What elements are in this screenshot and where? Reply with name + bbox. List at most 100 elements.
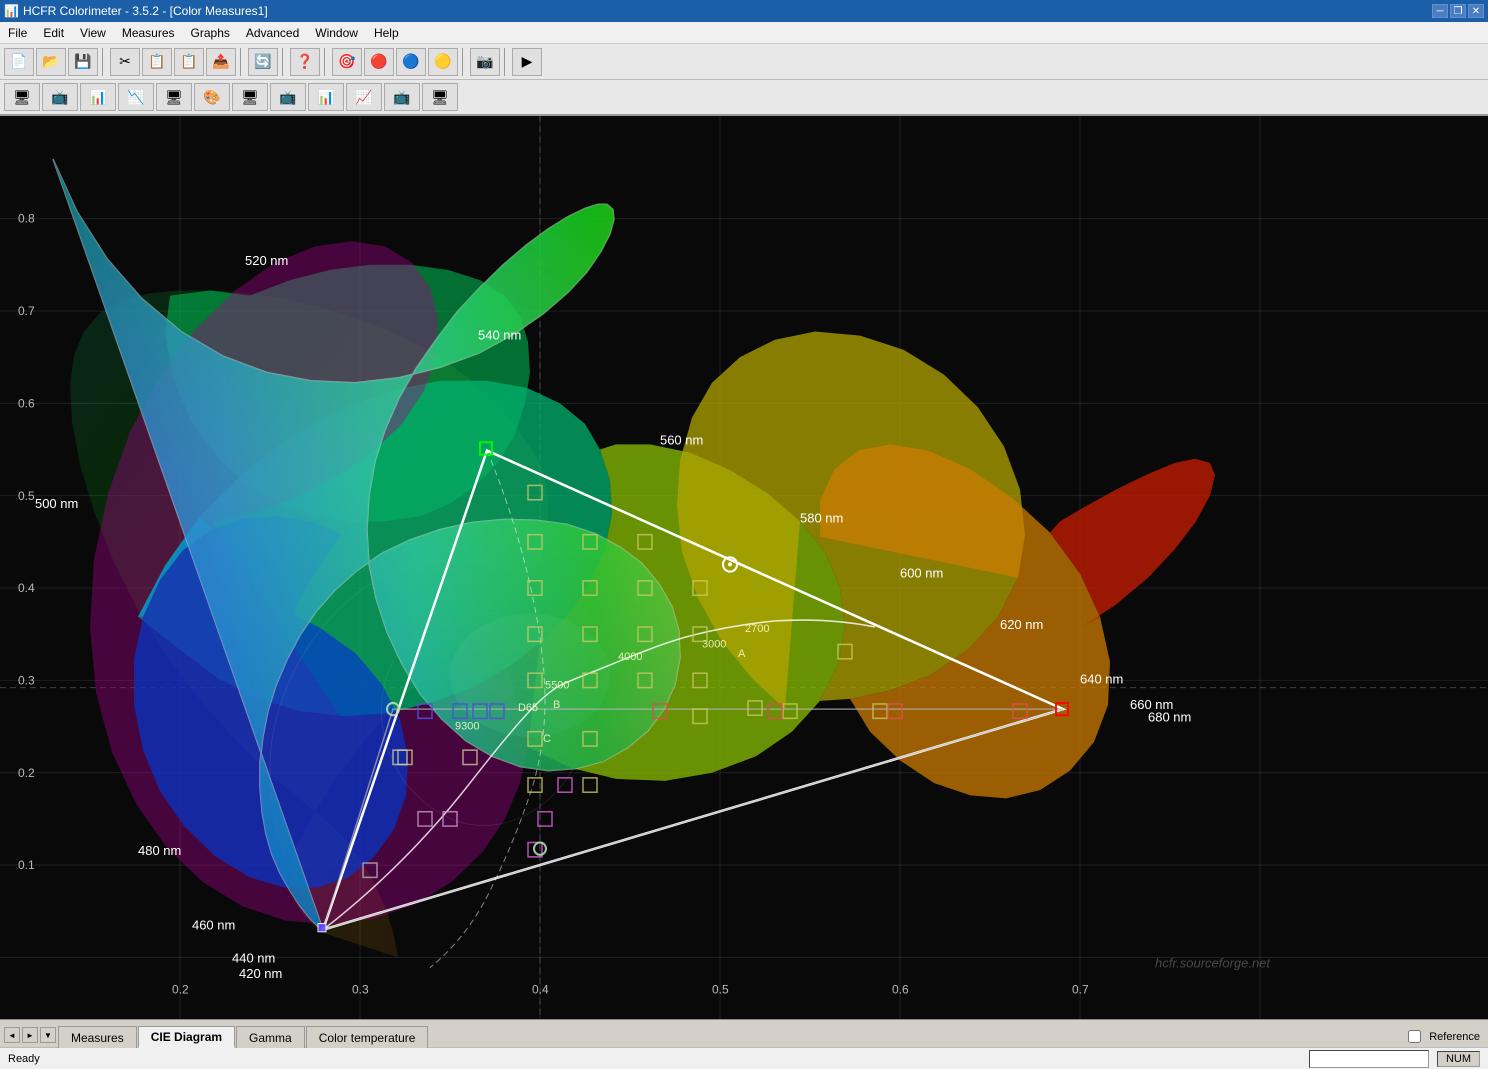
separator4 xyxy=(324,48,328,76)
menu-edit[interactable]: Edit xyxy=(35,22,72,43)
paste-button[interactable]: 📋 xyxy=(174,48,204,76)
separator1 xyxy=(102,48,106,76)
screen-btn-5[interactable]: 🖥 xyxy=(156,83,192,111)
blue-button[interactable]: 🔵 xyxy=(396,48,426,76)
tab-color-temperature[interactable]: Color temperature xyxy=(306,1026,429,1048)
svg-text:500 nm: 500 nm xyxy=(35,496,78,511)
svg-text:460 nm: 460 nm xyxy=(192,918,235,933)
svg-text:0.2: 0.2 xyxy=(172,982,189,996)
svg-text:560 nm: 560 nm xyxy=(660,432,703,447)
menu-view[interactable]: View xyxy=(72,22,114,43)
save-button[interactable]: 💾 xyxy=(68,48,98,76)
menu-advanced[interactable]: Advanced xyxy=(238,22,307,43)
reference-checkbox[interactable] xyxy=(1408,1030,1421,1043)
svg-text:4000: 4000 xyxy=(618,651,642,663)
separator6 xyxy=(504,48,508,76)
cie-diagram-area: 0.8 0.7 0.6 0.5 0.4 0.3 0.2 0.1 0.2 0.3 … xyxy=(0,116,1488,1019)
svg-text:0.5: 0.5 xyxy=(712,982,729,996)
tab-prev-button[interactable]: ◄ xyxy=(4,1027,20,1043)
svg-text:D65: D65 xyxy=(518,702,538,714)
svg-text:9300: 9300 xyxy=(455,721,479,733)
screen-btn-3[interactable]: 📊 xyxy=(80,83,116,111)
num-indicator: NUM xyxy=(1437,1051,1480,1067)
separator5 xyxy=(462,48,466,76)
separator2 xyxy=(240,48,244,76)
svg-text:420 nm: 420 nm xyxy=(239,966,282,981)
svg-text:B: B xyxy=(553,699,560,711)
svg-text:3000: 3000 xyxy=(702,638,726,650)
screen-btn-10[interactable]: 📈 xyxy=(346,83,382,111)
new-button[interactable]: 📄 xyxy=(4,48,34,76)
statusbar-input[interactable] xyxy=(1309,1050,1429,1068)
minimize-button[interactable]: ─ xyxy=(1432,4,1448,18)
play-button[interactable]: ▶ xyxy=(512,48,542,76)
main-area: 0.8 0.7 0.6 0.5 0.4 0.3 0.2 0.1 0.2 0.3 … xyxy=(0,116,1488,1019)
refresh-button[interactable]: 🔄 xyxy=(248,48,278,76)
tab-cie-diagram[interactable]: CIE Diagram xyxy=(138,1026,235,1048)
menu-file[interactable]: File xyxy=(0,22,35,43)
help-button[interactable]: ❓ xyxy=(290,48,320,76)
tab-next-button[interactable]: ► xyxy=(22,1027,38,1043)
svg-text:680 nm: 680 nm xyxy=(1148,709,1191,724)
separator3 xyxy=(282,48,286,76)
svg-text:0.8: 0.8 xyxy=(18,212,35,226)
screen-btn-4[interactable]: 📉 xyxy=(118,83,154,111)
restore-button[interactable]: ❐ xyxy=(1450,4,1466,18)
screen-btn-2[interactable]: 📺 xyxy=(42,83,78,111)
menu-help[interactable]: Help xyxy=(366,22,407,43)
target-button[interactable]: 🎯 xyxy=(332,48,362,76)
svg-text:0.4: 0.4 xyxy=(18,581,35,595)
menu-window[interactable]: Window xyxy=(307,22,366,43)
cie-diagram-svg: 0.8 0.7 0.6 0.5 0.4 0.3 0.2 0.1 0.2 0.3 … xyxy=(0,116,1488,1019)
copy-button[interactable]: 📋 xyxy=(142,48,172,76)
svg-text:0.6: 0.6 xyxy=(18,396,35,410)
tab-reference-area: Reference xyxy=(1408,1030,1488,1047)
svg-text:580 nm: 580 nm xyxy=(800,510,843,525)
svg-text:0.4: 0.4 xyxy=(532,982,549,996)
svg-text:0.7: 0.7 xyxy=(1072,982,1089,996)
close-button[interactable]: ✕ xyxy=(1468,4,1484,18)
titlebar: 📊 HCFR Colorimeter - 3.5.2 - [Color Meas… xyxy=(0,0,1488,22)
screen-btn-8[interactable]: 📺 xyxy=(270,83,306,111)
toolbar1: 📄 📂 💾 ✂ 📋 📋 📤 🔄 ❓ 🎯 🔴 🔵 🟡 📷 ▶ xyxy=(0,44,1488,80)
svg-text:540 nm: 540 nm xyxy=(478,328,521,343)
yellow-button[interactable]: 🟡 xyxy=(428,48,458,76)
svg-text:0.1: 0.1 xyxy=(18,858,35,872)
screen-btn-7[interactable]: 🖥 xyxy=(232,83,268,111)
statusbar: Ready NUM xyxy=(0,1047,1488,1069)
svg-text:2700: 2700 xyxy=(745,623,769,635)
app-title: HCFR Colorimeter - 3.5.2 - [Color Measur… xyxy=(23,4,268,18)
svg-text:5500: 5500 xyxy=(545,679,569,691)
camera-button[interactable]: 📷 xyxy=(470,48,500,76)
menu-graphs[interactable]: Graphs xyxy=(183,22,238,43)
menu-measures[interactable]: Measures xyxy=(114,22,183,43)
svg-text:620 nm: 620 nm xyxy=(1000,617,1043,632)
svg-text:C: C xyxy=(543,733,551,745)
app-icon: 📊 xyxy=(4,4,19,18)
screen-btn-12[interactable]: 🖥 xyxy=(422,83,458,111)
svg-text:0.2: 0.2 xyxy=(18,766,35,780)
svg-text:A: A xyxy=(738,648,746,660)
open-button[interactable]: 📂 xyxy=(36,48,66,76)
reference-label: Reference xyxy=(1429,1031,1480,1043)
titlebar-controls: ─ ❐ ✕ xyxy=(1432,4,1484,18)
tab-list-button[interactable]: ▼ xyxy=(40,1027,56,1043)
svg-text:0.7: 0.7 xyxy=(18,304,35,318)
export-button[interactable]: 📤 xyxy=(206,48,236,76)
tab-gamma[interactable]: Gamma xyxy=(236,1026,305,1048)
screen-btn-1[interactable]: 🖥 xyxy=(4,83,40,111)
svg-text:0.3: 0.3 xyxy=(352,982,369,996)
svg-text:600 nm: 600 nm xyxy=(900,566,943,581)
screen-btn-9[interactable]: 📊 xyxy=(308,83,344,111)
svg-text:0.5: 0.5 xyxy=(18,489,35,503)
status-text: Ready xyxy=(8,1053,40,1065)
red-button[interactable]: 🔴 xyxy=(364,48,394,76)
menubar: File Edit View Measures Graphs Advanced … xyxy=(0,22,1488,44)
tab-measures[interactable]: Measures xyxy=(58,1026,137,1048)
titlebar-left: 📊 HCFR Colorimeter - 3.5.2 - [Color Meas… xyxy=(4,4,268,18)
svg-text:0.6: 0.6 xyxy=(892,982,909,996)
screen-btn-11[interactable]: 📺 xyxy=(384,83,420,111)
svg-text:640 nm: 640 nm xyxy=(1080,671,1123,686)
cut-button[interactable]: ✂ xyxy=(110,48,140,76)
screen-btn-6[interactable]: 🎨 xyxy=(194,83,230,111)
